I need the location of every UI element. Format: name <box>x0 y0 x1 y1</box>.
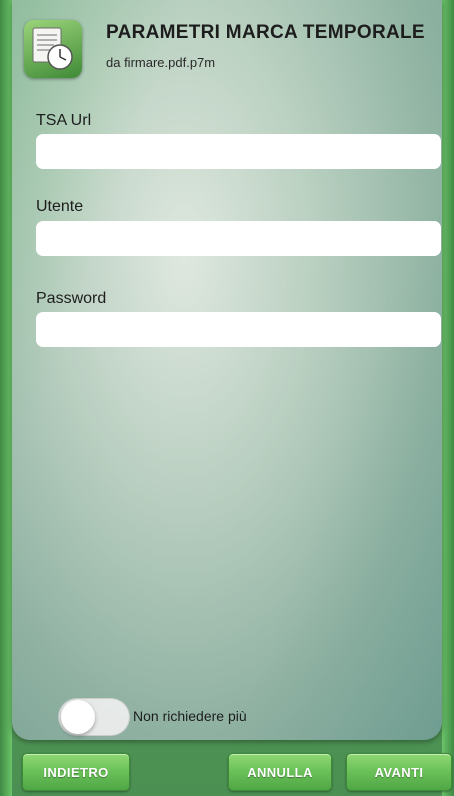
back-button[interactable]: INDIETRO <box>22 753 130 791</box>
password-label: Password <box>36 290 107 307</box>
file-name-subtitle: da firmare.pdf.p7m <box>106 55 216 70</box>
tsa-url-label: TSA Url <box>36 112 92 129</box>
cancel-button[interactable]: ANNULLA <box>228 753 332 791</box>
right-frame <box>442 0 454 796</box>
page-title: PARAMETRI MARCA TEMPORALE <box>106 22 425 43</box>
left-frame <box>0 0 12 796</box>
next-button[interactable]: AVANTI <box>346 753 452 791</box>
user-label: Utente <box>36 198 84 215</box>
tsa-url-input[interactable] <box>36 134 441 169</box>
dont-ask-again-label: Non richiedere più <box>133 708 247 724</box>
document-clock-icon <box>24 20 82 78</box>
toggle-knob <box>61 700 95 734</box>
password-input[interactable] <box>36 312 441 347</box>
user-input[interactable] <box>36 221 441 256</box>
dont-ask-again-toggle[interactable] <box>58 698 130 736</box>
main-panel <box>12 0 442 740</box>
